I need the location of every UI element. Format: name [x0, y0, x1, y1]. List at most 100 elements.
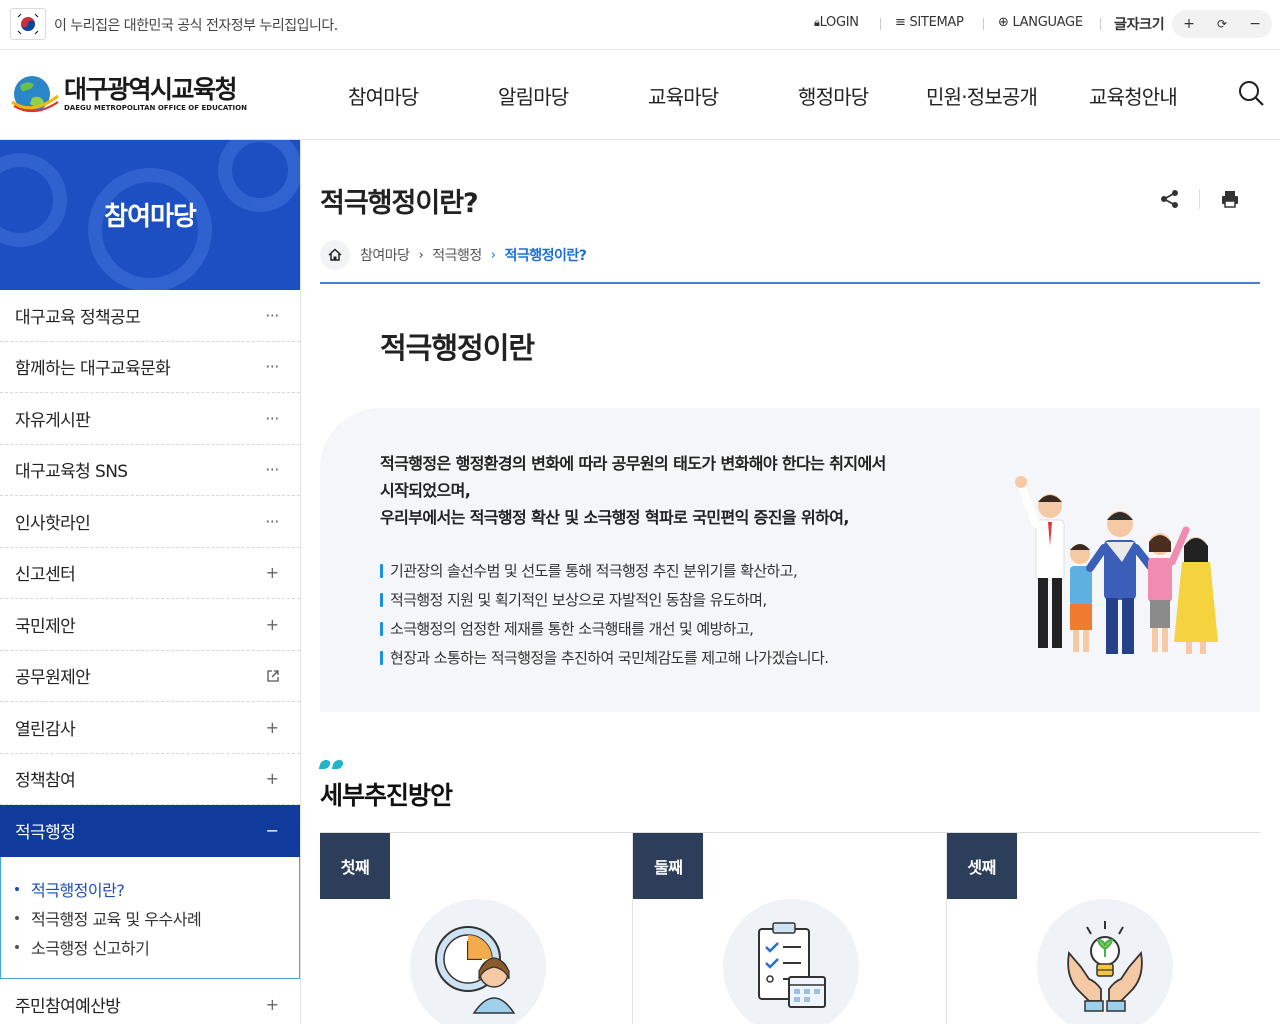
breadcrumb-item[interactable]: 적극행정 — [432, 245, 482, 265]
chevron-right-icon: › — [490, 247, 496, 263]
korea-flag-icon — [10, 8, 46, 40]
gnb-participation[interactable]: 참여마당 — [348, 81, 419, 110]
gnb-administration[interactable]: 행정마당 — [798, 81, 869, 110]
breadcrumb-current: 적극행정이란? — [504, 248, 587, 264]
more-icon: ··· — [265, 357, 279, 377]
bullet-bar-icon — [380, 592, 383, 607]
globe-icon: ⊕ — [998, 15, 1009, 30]
lnb-item-policy-participation[interactable]: 정책참여 + — [0, 754, 300, 805]
plan-cards: 첫째 둘째 셋째 — [320, 832, 1260, 1024]
sidebar-divider — [300, 140, 301, 1024]
font-size-label: 글자크기 — [1114, 17, 1165, 33]
site-logo[interactable]: 대구광역시교육청 DAEGU METROPOLITAN OFFICE OF ED… — [8, 72, 247, 116]
share-icon[interactable] — [1159, 188, 1181, 210]
print-icon[interactable] — [1219, 188, 1241, 210]
search-icon[interactable] — [1236, 78, 1266, 108]
bullet-bar-icon — [380, 650, 383, 665]
lnb-item-staff-proposal[interactable]: 공무원제안 — [0, 651, 300, 702]
lnb-item-resident-budget[interactable]: 주민참여예산방 + — [0, 979, 300, 1024]
site-header: 대구광역시교육청 DAEGU METROPOLITAN OFFICE OF ED… — [0, 50, 1280, 140]
heading-decoration-icon — [318, 760, 346, 769]
bullet-icon — [15, 916, 19, 920]
gnb-office-info[interactable]: 교육청안내 — [1089, 81, 1178, 110]
logo-title: 대구광역시교육청 — [64, 74, 238, 104]
home-icon[interactable] — [320, 240, 350, 270]
clock-person-icon — [435, 926, 516, 1014]
plus-icon: + — [265, 769, 279, 789]
intro-points: 기관장의 솔선수범 및 선도를 통해 적극행정 추진 분위기를 확산하고, 적극… — [380, 556, 829, 672]
gnb-notice[interactable]: 알림마당 — [498, 81, 569, 110]
lnb-item-proactive-admin[interactable]: 적극행정 − — [0, 805, 300, 857]
lnb-submenu: 적극행정이란? 적극행정 교육 및 우수사례 소극행정 신고하기 — [0, 856, 300, 979]
plus-icon: + — [265, 563, 279, 583]
plan-card-first: 첫째 — [320, 833, 634, 1024]
gnb-civil-info[interactable]: 민원·정보공개 — [926, 81, 1038, 110]
plan-card-second: 둘째 — [633, 833, 947, 1024]
lnb-item-free-board[interactable]: 자유게시판 ··· — [0, 393, 300, 445]
language-link[interactable]: ⊕ LANGUAGE — [998, 15, 1083, 30]
gov-notice-text: 이 누리집은 대한민국 공식 전자정부 누리집입니다. — [54, 18, 338, 34]
people-cheering-illustration-icon — [1015, 476, 1218, 654]
bullet-icon — [15, 945, 19, 949]
card-tag: 첫째 — [320, 833, 390, 899]
lnb-title: 참여마당 — [104, 202, 197, 232]
section-heading: 적극행정이란 — [380, 331, 535, 365]
minus-icon: − — [265, 821, 279, 841]
list-item: 기관장의 솔선수범 및 선도를 통해 적극행정 추진 분위기를 확산하고, — [380, 556, 828, 585]
list-item: 현장과 소통하는 적극행정을 추진하여 국민체감도를 제고해 나가겠습니다. — [380, 643, 829, 672]
font-decrease-button[interactable]: − — [1249, 16, 1261, 32]
menu-icon: ≡ — [895, 15, 906, 30]
more-icon: ··· — [265, 305, 279, 325]
breadcrumb: 참여마당 › 적극행정 › 적극행정이란? — [320, 240, 587, 270]
lnb-sub-item-what-is[interactable]: 적극행정이란? — [15, 875, 299, 904]
card-tag: 셋째 — [946, 833, 1017, 899]
divider — [1100, 18, 1101, 30]
lnb-item-report-center[interactable]: 신고센터 + — [0, 548, 300, 599]
checklist-icon — [758, 922, 827, 1008]
lnb-item-open-audit[interactable]: 열린감사 + — [0, 702, 300, 754]
lnb-sub-item-report-passive[interactable]: 소극행정 신고하기 — [15, 933, 299, 962]
lnb-menu: 대구교육 정책공모 ··· 함께하는 대구교육문화 ··· 자유게시판 ··· 대구교… — [0, 290, 300, 1024]
divider — [880, 18, 881, 30]
divider — [983, 18, 984, 30]
globe-logo-icon — [11, 76, 59, 113]
plan-card-third: 셋째 — [946, 833, 1260, 1024]
plus-icon: + — [265, 994, 279, 1014]
sitemap-link[interactable]: ≡ SITEMAP — [895, 15, 964, 30]
card-tag: 둘째 — [633, 833, 704, 899]
lnb-item-public-proposal[interactable]: 국민제안 + — [0, 599, 300, 651]
lnb-item-hr-hotline[interactable]: 인사핫라인 ··· — [0, 496, 300, 548]
list-item: 적극행정 지원 및 획기적인 보상으로 자발적인 동참을 유도하며, — [380, 585, 828, 614]
breadcrumb-item[interactable]: 참여마당 — [360, 245, 410, 265]
gnb-education[interactable]: 교육마당 — [648, 81, 719, 110]
font-increase-button[interactable]: + — [1183, 16, 1195, 32]
more-icon: ··· — [265, 511, 279, 531]
lnb-item-sns[interactable]: 대구교육청 SNS ··· — [0, 445, 300, 496]
lnb-sub-item-education-cases[interactable]: 적극행정 교육 및 우수사례 — [15, 904, 299, 933]
top-utility-bar: 이 누리집은 대한민국 공식 전자정부 누리집입니다. 🔒︎LOGIN ≡ SI… — [0, 0, 1280, 50]
bullet-bar-icon — [380, 621, 383, 636]
lightbulb-hands-icon — [1066, 921, 1143, 1012]
bullet-bar-icon — [380, 563, 383, 578]
plus-icon: + — [265, 717, 279, 737]
bullet-icon — [15, 887, 19, 891]
more-icon: ··· — [265, 408, 279, 428]
font-size-control: + ⟳ − — [1172, 10, 1272, 38]
lnb-title-banner: 참여마당 — [0, 140, 300, 290]
lnb-item-education-culture[interactable]: 함께하는 대구교육문화 ··· — [0, 342, 300, 393]
lnb-item-policy-contest[interactable]: 대구교육 정책공모 ··· — [0, 290, 300, 342]
login-link[interactable]: 🔒︎LOGIN — [814, 15, 859, 30]
page-title: 적극행정이란? — [320, 188, 479, 219]
logo-subtitle: DAEGU METROPOLITAN OFFICE OF EDUCATION — [64, 103, 247, 112]
more-icon: ··· — [265, 460, 279, 480]
external-link-icon — [267, 670, 279, 682]
chevron-right-icon: › — [418, 247, 424, 263]
intro-box: 적극행정은 행정환경의 변화에 따라 공무원의 태도가 변화해야 한다는 취지에… — [320, 408, 1260, 712]
list-item: 소극행정의 엄정한 제재를 통한 소극행태를 개선 및 예방하고, — [380, 614, 828, 643]
intro-lead: 적극행정은 행정환경의 변화에 따라 공무원의 태도가 변화해야 한다는 취지에… — [380, 454, 886, 527]
plus-icon: + — [265, 614, 279, 634]
title-underline — [320, 282, 1260, 284]
font-reset-button[interactable]: ⟳ — [1217, 17, 1227, 31]
divider — [1199, 189, 1200, 209]
sub-section-heading: 세부추진방안 — [320, 781, 453, 810]
